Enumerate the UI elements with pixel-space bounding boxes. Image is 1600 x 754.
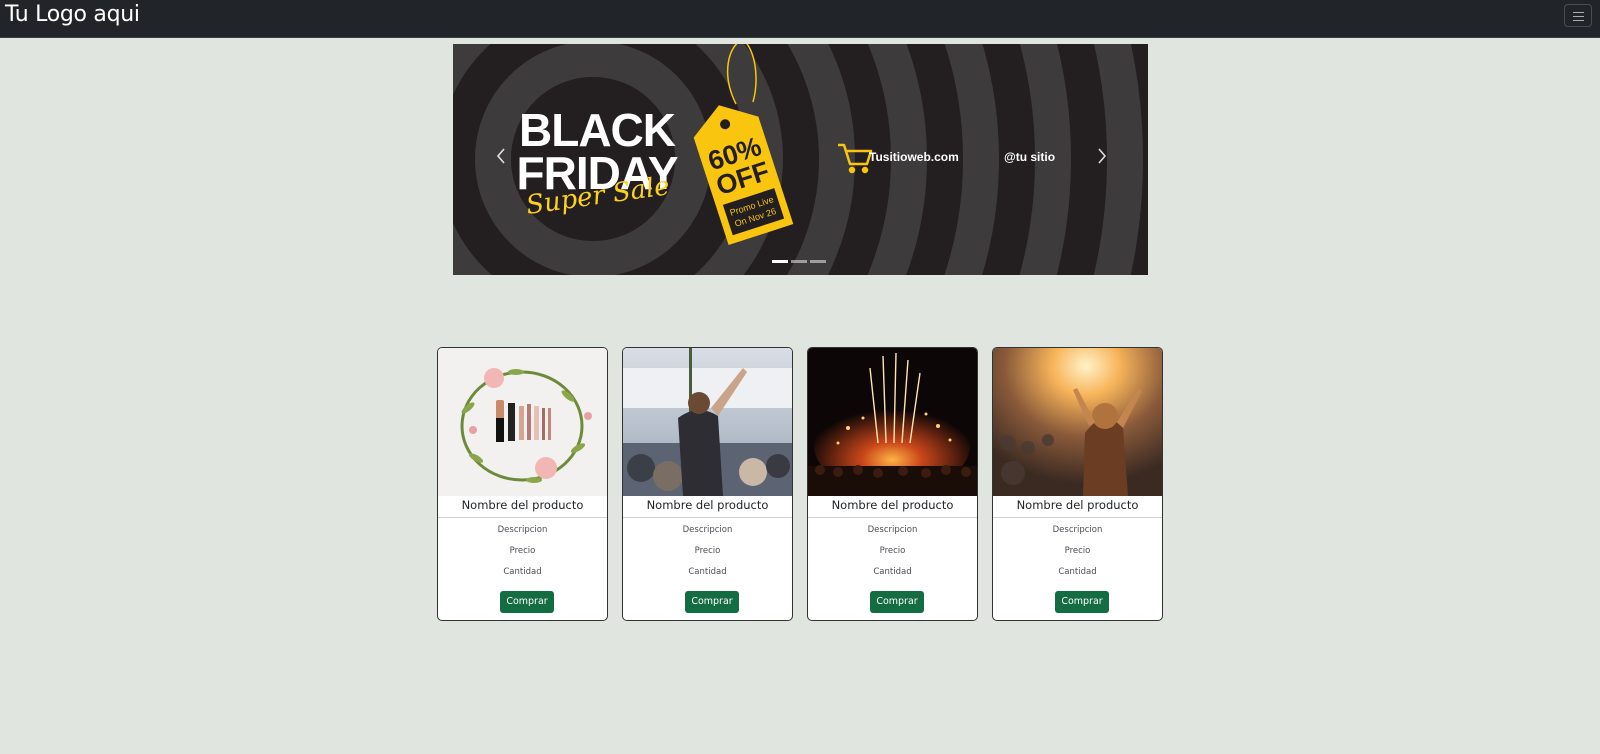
chevron-right-icon	[1098, 148, 1107, 164]
carousel-next-button[interactable]	[1089, 139, 1113, 173]
product-description: Descripcion	[867, 525, 918, 535]
product-name: Nombre del producto	[438, 496, 607, 518]
buy-button[interactable]: Comprar	[870, 591, 924, 613]
product-description: Descripcion	[497, 525, 548, 535]
navbar-toggler-button[interactable]	[1564, 4, 1592, 27]
product-name: Nombre del producto	[808, 496, 977, 518]
product-image-concert-crowd	[623, 348, 792, 496]
promo-carousel: BLACK FRIDAY Super Sale 60% OFF Promo Li…	[453, 44, 1148, 275]
product-price: Precio	[694, 546, 721, 556]
product-card: Nombre del producto Descripcion Precio C…	[807, 347, 978, 621]
product-quantity: Cantidad	[1058, 567, 1097, 577]
product-card: Nombre del producto Descripcion Precio C…	[622, 347, 793, 621]
product-name: Nombre del producto	[623, 496, 792, 518]
product-price: Precio	[509, 546, 536, 556]
product-card: Nombre del producto Descripcion Precio C…	[992, 347, 1163, 621]
product-image-makeup	[438, 348, 607, 496]
carousel-indicator-1[interactable]	[772, 260, 788, 263]
product-name: Nombre del producto	[993, 496, 1162, 518]
buy-button[interactable]: Comprar	[500, 591, 554, 613]
product-quantity: Cantidad	[503, 567, 542, 577]
carousel-indicator-2[interactable]	[791, 260, 807, 263]
product-description: Descripcion	[682, 525, 733, 535]
product-image-sunset-festival	[993, 348, 1162, 496]
product-description: Descripcion	[1052, 525, 1103, 535]
product-card: Nombre del producto Descripcion Precio C…	[437, 347, 608, 621]
chevron-left-icon	[496, 148, 505, 164]
carousel-indicators	[772, 260, 826, 266]
brand-logo-text[interactable]: Tu Logo aqui	[5, 1, 140, 29]
carousel-prev-button[interactable]	[490, 139, 514, 173]
product-price: Precio	[1064, 546, 1091, 556]
handle-text: @tu sitio	[1004, 150, 1055, 164]
website-text: Tusitioweb.com	[869, 150, 959, 164]
black-friday-banner: BLACK FRIDAY Super Sale 60% OFF Promo Li…	[453, 44, 1148, 275]
product-grid: Nombre del producto Descripcion Precio C…	[437, 347, 1163, 621]
buy-button[interactable]: Comprar	[685, 591, 739, 613]
product-quantity: Cantidad	[873, 567, 912, 577]
product-price: Precio	[879, 546, 906, 556]
buy-button[interactable]: Comprar	[1055, 591, 1109, 613]
carousel-indicator-3[interactable]	[810, 260, 826, 263]
product-quantity: Cantidad	[688, 567, 727, 577]
navbar: Tu Logo aqui	[0, 0, 1600, 38]
product-image-fireworks-stage	[808, 348, 977, 496]
